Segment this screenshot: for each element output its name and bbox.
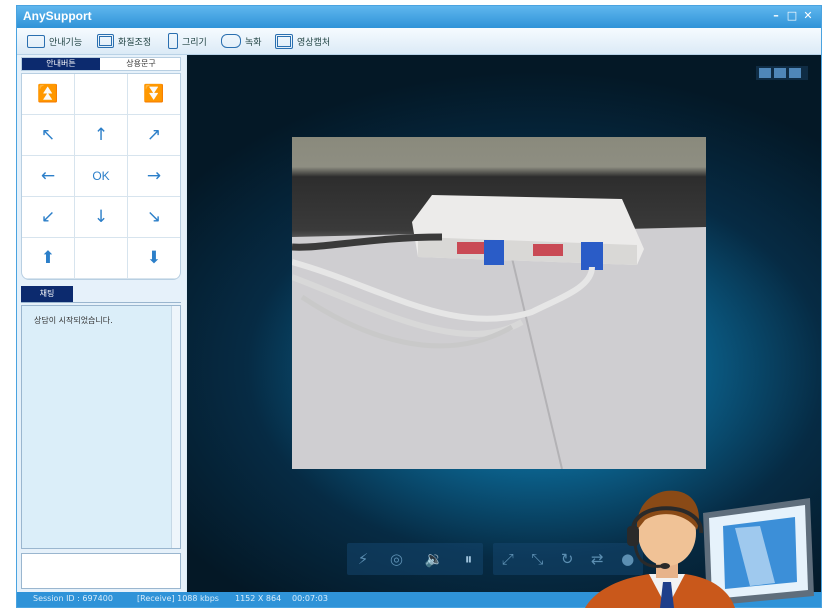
title-bar: AnySupport – □ ✕	[17, 6, 821, 28]
guide-label: 안내기능	[49, 37, 83, 48]
capture-label: 영상캡처	[297, 37, 331, 48]
support-agent-avatar-icon	[585, 490, 814, 608]
arrow-up-right-icon: ↗	[146, 125, 162, 145]
arrow-up-icon: ↑	[93, 125, 109, 145]
bold-down-arrow-icon: ⬇	[146, 248, 162, 268]
view-mode-3-icon[interactable]	[789, 68, 801, 78]
arrow-up-left-icon: ↖	[40, 125, 56, 145]
key-end[interactable]: ⬇	[128, 238, 180, 279]
key-right[interactable]: →	[128, 156, 180, 197]
draw-label: 그리기	[182, 37, 207, 48]
key-down-right[interactable]: ↘	[128, 197, 180, 238]
page-up-icon: ⏫	[37, 84, 59, 104]
speaker-icon[interactable]: 🔉	[424, 543, 443, 575]
direction-keypad: ⏫ ⏬ ↖ ↑ ↗ ← OK → ↙ ↓ ↘ ⬆ ⬇	[21, 73, 181, 280]
receive-rate: [Receive] 1088 kbps	[137, 594, 219, 603]
chat-scrollbar[interactable]	[171, 306, 180, 548]
pause-icon[interactable]: ⏸	[465, 543, 473, 575]
tab-chat[interactable]: 채팅	[21, 286, 73, 302]
capture-button[interactable]: 영상캡처	[275, 31, 330, 51]
key-blank-bottom	[75, 238, 128, 279]
arrow-left-icon: ←	[40, 166, 56, 186]
screen-capture-icon	[275, 33, 293, 49]
grid-icon	[97, 34, 114, 48]
control-group-left: ⚡ ◎ 🔉 ⏸	[347, 543, 483, 575]
arrow-down-right-icon: ↘	[146, 207, 162, 227]
tab-common-phrases[interactable]: 상용문구	[102, 58, 180, 70]
close-button[interactable]: ✕	[801, 8, 815, 24]
focus-icon[interactable]: ◎	[390, 543, 403, 575]
record-label: 녹화	[245, 37, 262, 48]
key-page-up[interactable]: ⏫	[22, 74, 75, 115]
record-button[interactable]: 녹화	[221, 31, 262, 51]
key-down[interactable]: ↓	[75, 197, 128, 238]
quality-label: 화질조정	[118, 37, 152, 48]
view-mode-2-icon[interactable]	[774, 68, 786, 78]
chat-message: 상담이 시작되었습니다.	[34, 316, 113, 325]
key-up[interactable]: ↑	[75, 115, 128, 156]
key-up-right[interactable]: ↗	[128, 115, 180, 156]
arrow-down-icon: ↓	[93, 207, 109, 227]
minimize-button[interactable]: –	[769, 8, 783, 24]
key-left[interactable]: ←	[22, 156, 75, 197]
key-blank-top	[75, 74, 128, 115]
camera-icon	[221, 34, 241, 48]
view-mode-1-icon[interactable]	[759, 68, 771, 78]
key-down-left[interactable]: ↙	[22, 197, 75, 238]
key-page-down[interactable]: ⏬	[128, 74, 180, 115]
camera-frame	[292, 137, 706, 469]
expand-icon[interactable]: ⤢	[502, 543, 514, 575]
key-ok[interactable]: OK	[75, 156, 128, 197]
arrow-right-icon: →	[146, 166, 162, 186]
maximize-button[interactable]: □	[785, 8, 799, 24]
toolbar: 안내기능 화질조정 그리기 녹화 영상캡처	[17, 28, 821, 55]
chat-input[interactable]	[21, 553, 181, 589]
rotate-icon[interactable]: ↻	[561, 543, 574, 575]
tab-guide-buttons[interactable]: 안내버튼	[22, 58, 100, 70]
view-mode-buttons	[756, 66, 808, 80]
arrow-down-left-icon: ↙	[40, 207, 56, 227]
key-home[interactable]: ⬆	[22, 238, 75, 279]
lightning-icon[interactable]: ⚡	[358, 543, 369, 575]
bold-up-arrow-icon: ⬆	[40, 248, 56, 268]
session-id: Session ID : 697400	[33, 594, 113, 603]
chat-tab-bar: 채팅	[21, 286, 181, 303]
resolution: 1152 X 864	[235, 594, 282, 603]
quality-button[interactable]: 화질조정	[97, 31, 151, 51]
key-up-left[interactable]: ↖	[22, 115, 75, 156]
pencil-icon	[168, 33, 178, 49]
shrink-icon[interactable]: ⤡	[531, 543, 543, 575]
left-panel: 안내버튼 상용문구 ⏫ ⏬ ↖ ↑ ↗ ← OK → ↙ ↓ ↘ ⬆ ⬇ 채팅 …	[17, 55, 186, 594]
page-down-icon: ⏬	[143, 84, 165, 104]
guide-button[interactable]: 안내기능	[27, 31, 82, 51]
router-scene-image	[292, 195, 706, 469]
window-title: AnySupport	[23, 9, 92, 23]
draw-button[interactable]: 그리기	[168, 31, 207, 51]
elapsed-time: 00:07:03	[292, 594, 328, 603]
monitor-icon	[27, 34, 45, 48]
chat-log: 상담이 시작되었습니다.	[21, 305, 181, 549]
panel-tabs: 안내버튼 상용문구	[21, 57, 181, 71]
